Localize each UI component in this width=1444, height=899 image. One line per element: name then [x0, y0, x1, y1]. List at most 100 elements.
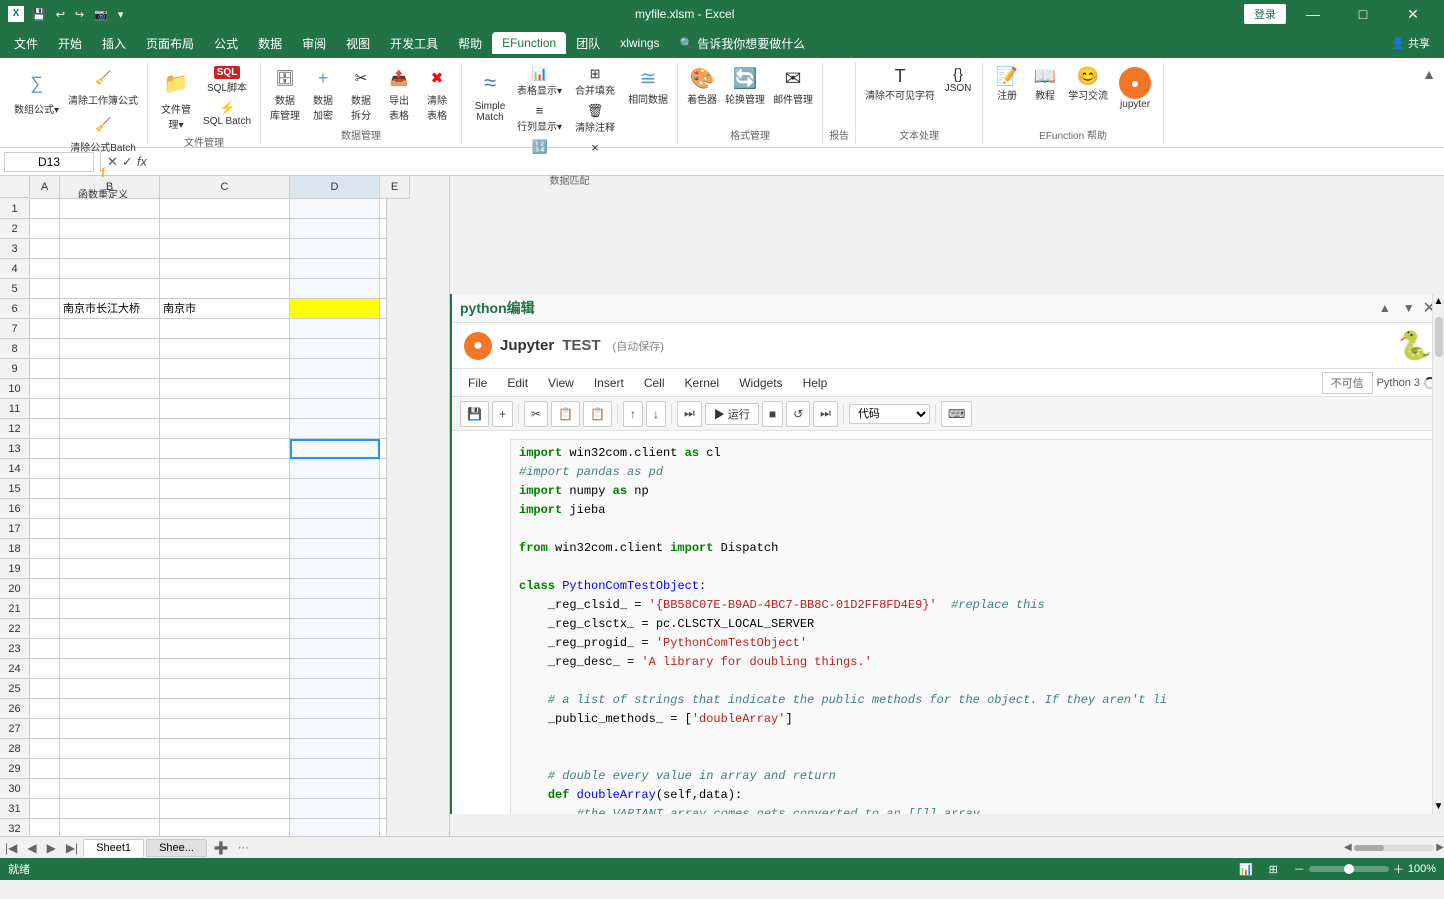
save-btn[interactable]: 💾 [30, 6, 48, 23]
menu-layout[interactable]: 页面布局 [136, 31, 204, 56]
cell[interactable] [30, 599, 60, 619]
cell[interactable] [60, 259, 160, 279]
cell[interactable] [160, 419, 290, 439]
share-button[interactable]: 👤 共享 [1381, 31, 1440, 55]
sheet-nav-first[interactable]: |◀ [0, 839, 22, 857]
jupyter-menu-edit[interactable]: Edit [499, 374, 536, 392]
cell[interactable]: 南京市长江大桥 [60, 299, 160, 319]
cell[interactable] [380, 599, 387, 619]
sheet-nav-prev[interactable]: ◀ [22, 839, 41, 857]
cell[interactable] [380, 779, 387, 799]
menu-developer[interactable]: 开发工具 [380, 31, 448, 56]
col-header-d[interactable]: D [290, 176, 380, 199]
cell[interactable] [60, 479, 160, 499]
jupyter-menu-file[interactable]: File [460, 374, 495, 392]
menu-home[interactable]: 开始 [48, 31, 92, 56]
cell[interactable] [380, 739, 387, 759]
panel-scroll-down-btn[interactable]: ▼ [1432, 799, 1444, 814]
camera-btn[interactable]: 📷 [92, 6, 110, 23]
cell[interactable] [30, 819, 60, 836]
cell[interactable] [290, 719, 380, 739]
cell[interactable] [380, 419, 387, 439]
mail-mgr-button[interactable]: ✉ 邮件管理 [770, 64, 816, 108]
merge-fill-button[interactable]: ⊞ 合并填充 [567, 64, 623, 99]
cell[interactable] [380, 319, 387, 339]
sheet-nav-next[interactable]: ▶ [42, 839, 61, 857]
formula-input[interactable] [151, 155, 1440, 169]
export-table-button[interactable]: 📤 导出表格 [381, 64, 417, 124]
cell[interactable] [30, 499, 60, 519]
jupyter-menu-view[interactable]: View [540, 374, 582, 392]
cell[interactable] [380, 559, 387, 579]
json-button[interactable]: {} JSON [940, 64, 976, 96]
file-mgr-button[interactable]: 📁 文件管理▾ [154, 64, 198, 134]
cell[interactable] [160, 739, 290, 759]
cell[interactable] [30, 699, 60, 719]
clear-batch-button[interactable]: 🧹 清除公式Batch [65, 111, 141, 156]
cell[interactable] [290, 619, 380, 639]
cell[interactable] [60, 759, 160, 779]
cell[interactable] [160, 559, 290, 579]
cell[interactable] [160, 659, 290, 679]
cell[interactable] [30, 419, 60, 439]
zoom-out-btn[interactable]: － [1294, 861, 1305, 877]
col-header-c[interactable]: C [160, 176, 290, 199]
menu-file[interactable]: 文件 [4, 31, 48, 56]
cell[interactable] [290, 479, 380, 499]
jt-save-btn[interactable]: 💾 [460, 401, 489, 427]
register-button[interactable]: 📝 注册 [989, 64, 1025, 104]
cell[interactable] [60, 499, 160, 519]
jt-movedown-btn[interactable]: ↓ [646, 401, 666, 427]
formula-cancel-icon[interactable]: ✕ [107, 154, 118, 170]
cell[interactable] [160, 779, 290, 799]
cell[interactable] [290, 439, 380, 459]
menu-data[interactable]: 数据 [248, 31, 292, 56]
cell[interactable] [30, 779, 60, 799]
redo-btn[interactable]: ↪ [73, 6, 86, 23]
formula-confirm-icon[interactable]: ✓ [122, 154, 133, 170]
menu-insert[interactable]: 插入 [92, 31, 136, 56]
minimize-button[interactable]: — [1290, 0, 1336, 28]
cell[interactable] [290, 519, 380, 539]
cell[interactable] [160, 359, 290, 379]
cell[interactable] [380, 479, 387, 499]
cell[interactable] [30, 679, 60, 699]
cell[interactable] [380, 279, 387, 299]
tutorial-button[interactable]: 📖 教程 [1027, 64, 1063, 104]
cell[interactable] [60, 819, 160, 836]
cell[interactable] [380, 619, 387, 639]
cell[interactable] [160, 259, 290, 279]
cell[interactable] [290, 279, 380, 299]
cell[interactable] [30, 539, 60, 559]
data-add-button[interactable]: + 数据加密 [305, 64, 341, 124]
login-button[interactable]: 登录 [1244, 4, 1286, 24]
jt-add-btn[interactable]: + [492, 401, 513, 427]
simple-match-button[interactable]: ≈ SimpleMatch [468, 64, 512, 126]
cell[interactable] [290, 339, 380, 359]
panel-scroll-down[interactable]: ▼ [1399, 299, 1419, 317]
zoom-slider-thumb[interactable] [1344, 864, 1354, 874]
cell[interactable] [160, 239, 290, 259]
cell[interactable] [60, 279, 160, 299]
cell[interactable] [30, 639, 60, 659]
cell[interactable] [160, 799, 290, 819]
cell[interactable] [30, 579, 60, 599]
jt-restart-all-btn[interactable]: ⏭ [813, 401, 838, 427]
close-button[interactable]: ✕ [1390, 0, 1436, 28]
cell[interactable] [380, 299, 387, 319]
cell[interactable] [60, 639, 160, 659]
panel-vscroll[interactable]: ▲ ▼ [1432, 294, 1444, 814]
cell[interactable] [380, 359, 387, 379]
cell[interactable] [160, 579, 290, 599]
sheet-hscroll[interactable]: ◀ ▶ [1344, 842, 1444, 853]
cell[interactable] [380, 499, 387, 519]
cell[interactable] [160, 319, 290, 339]
panel-scrollbar-thumb[interactable] [1435, 317, 1443, 357]
cell[interactable] [290, 299, 380, 319]
cell-ref-input[interactable] [4, 152, 94, 172]
cell[interactable] [60, 719, 160, 739]
cell[interactable] [30, 239, 60, 259]
cell[interactable] [30, 459, 60, 479]
cell[interactable] [60, 439, 160, 459]
cell[interactable] [380, 719, 387, 739]
